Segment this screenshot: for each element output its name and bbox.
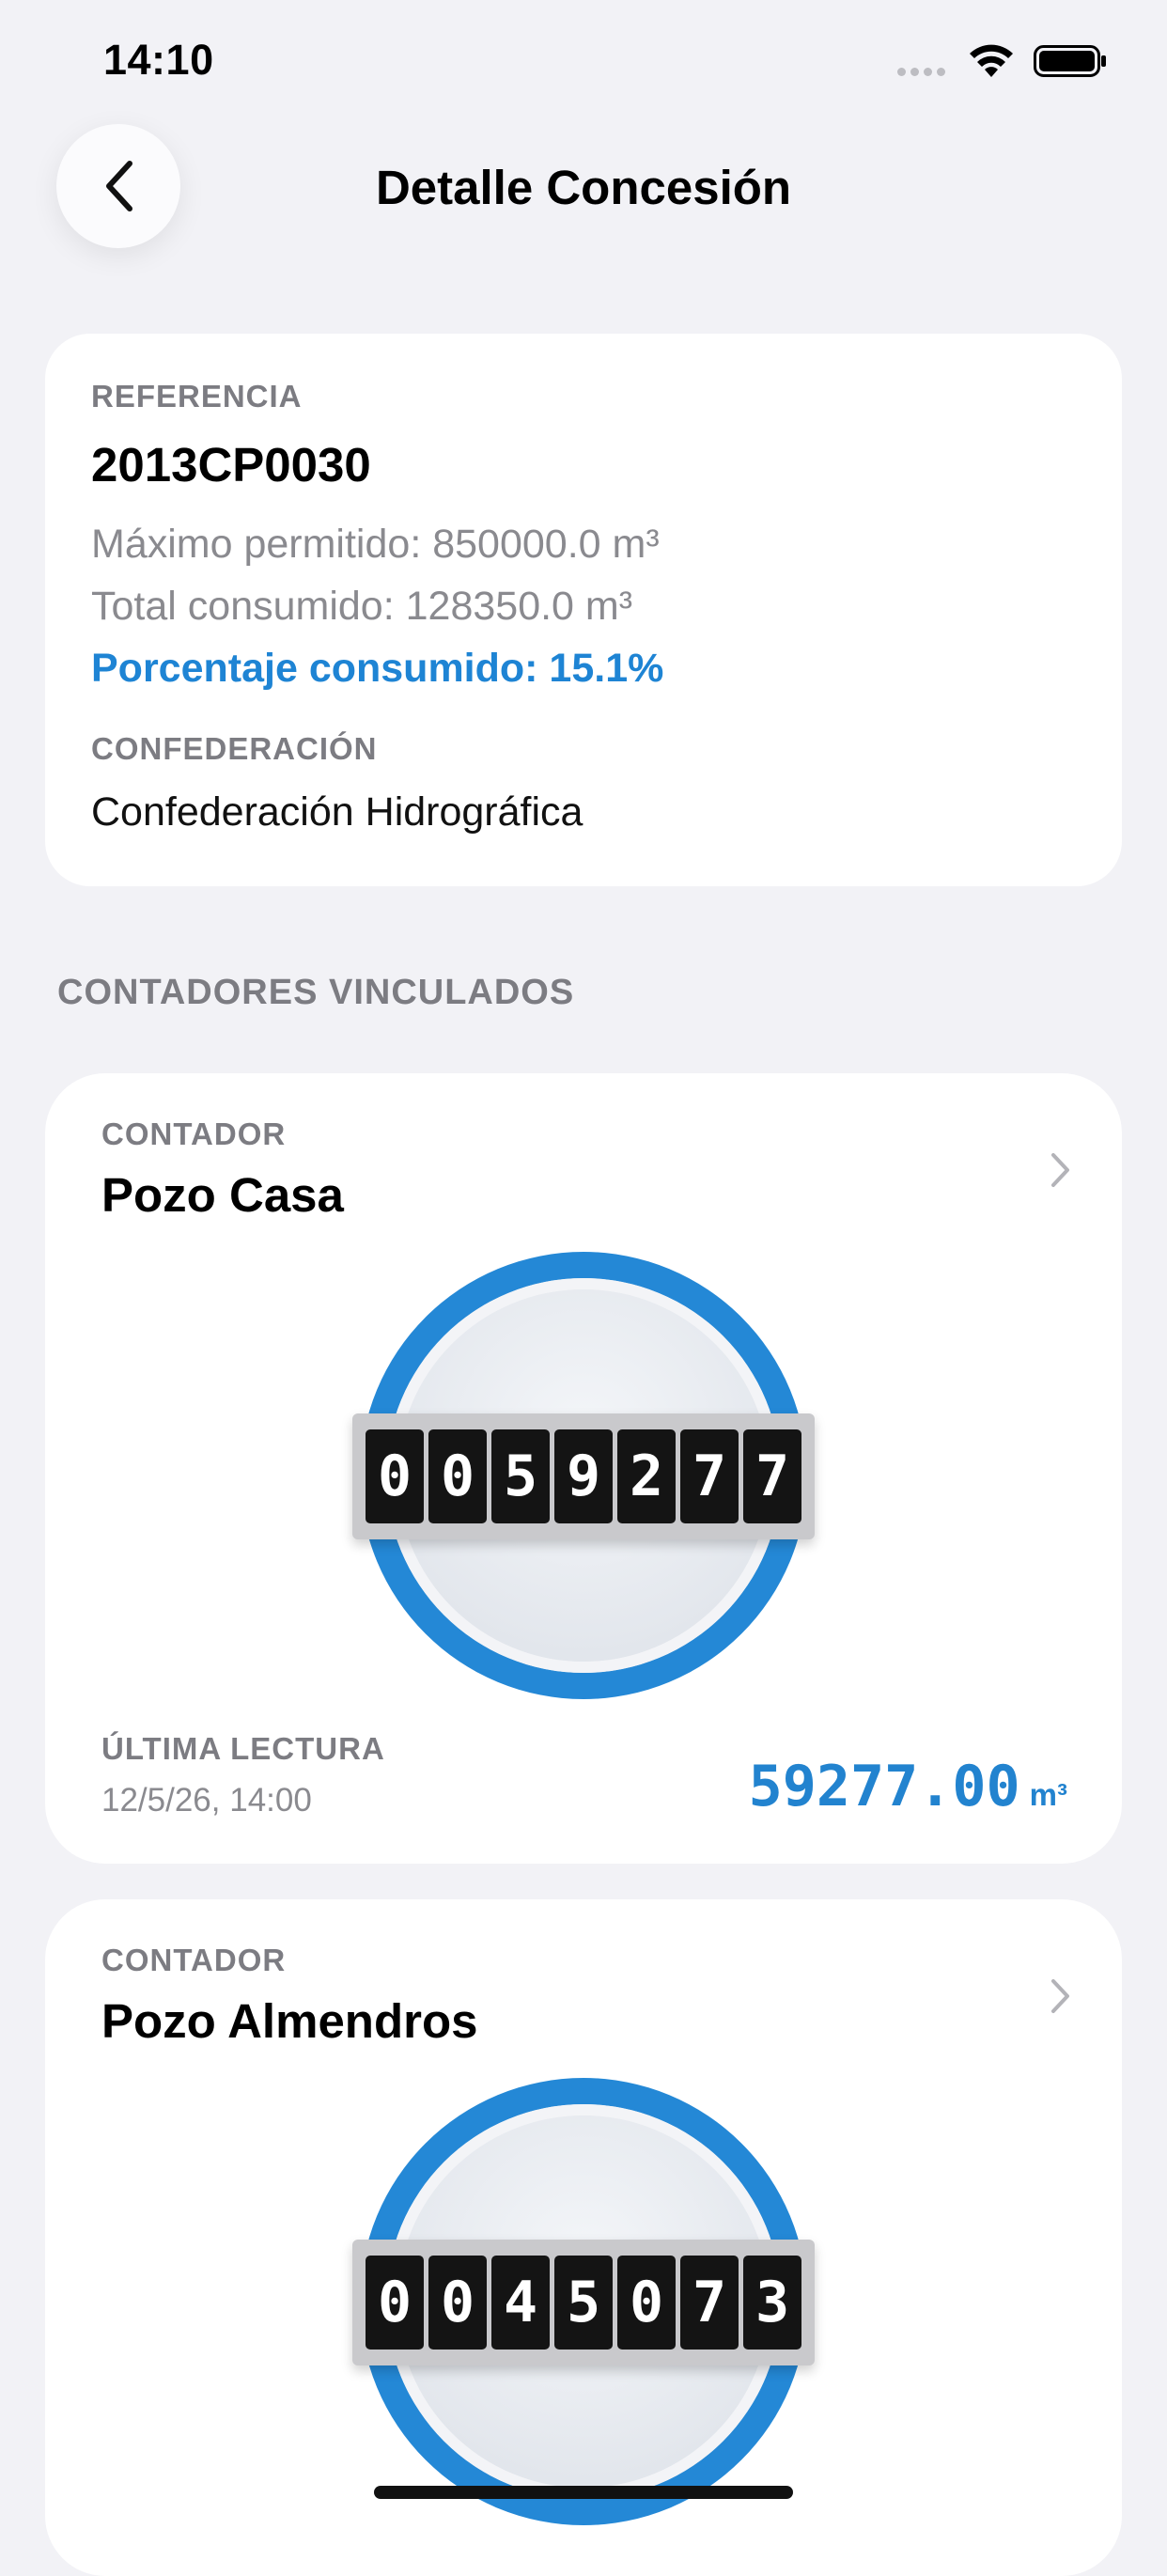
meter-card[interactable]: CONTADOR Pozo Almendros 0 0 4 5 0 7 3: [45, 1899, 1122, 2576]
counter-digit: 2: [617, 1429, 676, 1523]
meter-label: CONTADOR: [101, 1943, 287, 1977]
reading-value: 59277.00: [748, 1754, 1020, 1819]
chevron-right-icon: [1051, 1153, 1069, 1187]
meter-name: Pozo Casa: [101, 1168, 344, 1222]
last-reading-label: ÚLTIMA LECTURA: [101, 1731, 385, 1766]
cellular-signal-icon: [897, 68, 952, 77]
counter-digit: 3: [743, 2256, 801, 2350]
last-reading-date: 12/5/26, 14:00: [101, 1782, 312, 1819]
reading-value-group: 59277.00 m³: [749, 1754, 1067, 1819]
counter-digit: 9: [554, 1429, 613, 1523]
counter-digit: 5: [491, 1429, 550, 1523]
counter-digit: 4: [491, 2256, 550, 2350]
counter-digit: 5: [554, 2256, 613, 2350]
max-allowed: Máximo permitido: 850000.0 m³: [91, 522, 660, 567]
battery-icon: [1034, 45, 1106, 77]
reference-label: REFERENCIA: [91, 379, 303, 414]
meter-counter: 0 0 4 5 0 7 3: [352, 2240, 815, 2365]
confederation-label: CONFEDERACIÓN: [91, 731, 378, 766]
wifi-icon: [970, 44, 1013, 77]
counter-digit: 0: [428, 1429, 487, 1523]
counter-digit: 7: [680, 2256, 739, 2350]
counter-digit: 0: [617, 2256, 676, 2350]
counter-digit: 0: [428, 2256, 487, 2350]
reading-unit: m³: [1029, 1777, 1067, 1812]
status-time: 14:10: [103, 36, 214, 84]
counter-digit: 0: [366, 1429, 424, 1523]
total-consumed: Total consumido: 128350.0 m³: [91, 584, 633, 629]
reference-value: 2013CP0030: [91, 438, 371, 492]
section-header: CONTADORES VINCULADOS: [57, 973, 575, 1012]
meter-counter: 0 0 5 9 2 7 7: [352, 1413, 815, 1539]
counter-digit: 7: [743, 1429, 801, 1523]
percent-consumed: Porcentaje consumido: 15.1%: [91, 646, 664, 691]
meter-label: CONTADOR: [101, 1116, 287, 1151]
page-title: Detalle Concesión: [375, 161, 792, 214]
meter-name: Pozo Almendros: [101, 1994, 478, 2048]
chevron-right-icon: [1051, 1979, 1069, 2013]
home-indicator[interactable]: [374, 2486, 793, 2499]
counter-digit: 7: [680, 1429, 739, 1523]
confederation-value: Confederación Hidrográfica: [91, 789, 584, 835]
concession-info-card: REFERENCIA 2013CP0030 Máximo permitido: …: [45, 334, 1122, 886]
counter-digit: 0: [366, 2256, 424, 2350]
meter-card[interactable]: CONTADOR Pozo Casa 0 0 5 9 2 7 7 ÚLTIMA …: [45, 1073, 1122, 1864]
